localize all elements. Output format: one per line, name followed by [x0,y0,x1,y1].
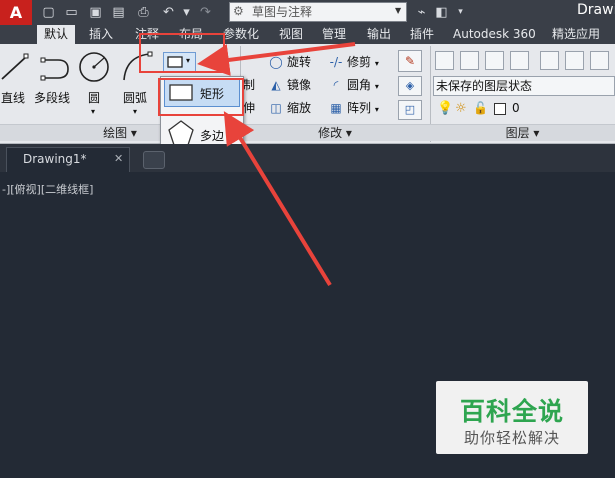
annotation-arrows [197,42,356,287]
